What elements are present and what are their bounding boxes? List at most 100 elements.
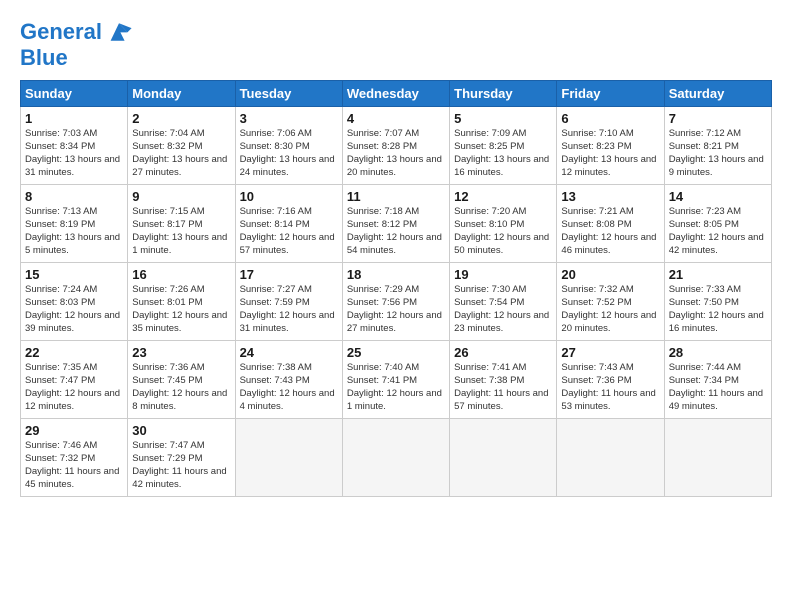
day-number: 16 — [132, 267, 230, 282]
cell-info: Sunrise: 7:18 AMSunset: 8:12 PMDaylight:… — [347, 206, 445, 257]
day-number: 1 — [25, 111, 123, 126]
day-number: 23 — [132, 345, 230, 360]
calendar-cell — [235, 419, 342, 497]
day-number: 21 — [669, 267, 767, 282]
calendar-cell — [450, 419, 557, 497]
cell-info: Sunrise: 7:44 AMSunset: 7:34 PMDaylight:… — [669, 362, 767, 413]
logo-text2: Blue — [20, 46, 133, 70]
cell-info: Sunrise: 7:06 AMSunset: 8:30 PMDaylight:… — [240, 128, 338, 179]
calendar-cell: 20 Sunrise: 7:32 AMSunset: 7:52 PMDayligh… — [557, 263, 664, 341]
cell-info: Sunrise: 7:40 AMSunset: 7:41 PMDaylight:… — [347, 362, 445, 413]
cell-info: Sunrise: 7:23 AMSunset: 8:05 PMDaylight:… — [669, 206, 767, 257]
calendar-week-row: 22Sunrise: 7:35 AMSunset: 7:47 PMDayligh… — [21, 341, 772, 419]
calendar-cell: 7Sunrise: 7:12 AMSunset: 8:21 PMDaylight… — [664, 107, 771, 185]
cell-info: Sunrise: 7:04 AMSunset: 8:32 PMDaylight:… — [132, 128, 230, 179]
cell-info: Sunrise: 7:29 AMSunset: 7:56 PMDaylight:… — [347, 284, 445, 335]
header-monday: Monday — [128, 81, 235, 107]
cell-info: Sunrise: 7:16 AMSunset: 8:14 PMDaylight:… — [240, 206, 338, 257]
cell-info: Sunrise: 7:41 AMSunset: 7:38 PMDaylight:… — [454, 362, 552, 413]
cell-info: Sunrise: 7:13 AMSunset: 8:19 PMDaylight:… — [25, 206, 123, 257]
day-number: 17 — [240, 267, 338, 282]
page: General Blue Sunday Monday Tuesday Wedne… — [0, 0, 792, 507]
cell-info: Sunrise: 7:30 AMSunset: 7:54 PMDaylight:… — [454, 284, 552, 335]
day-number: 8 — [25, 189, 123, 204]
calendar-cell: 2 Sunrise: 7:04 AMSunset: 8:32 PMDaylight… — [128, 107, 235, 185]
calendar-cell: 6Sunrise: 7:10 AMSunset: 8:23 PMDaylight… — [557, 107, 664, 185]
calendar-cell: 26 Sunrise: 7:41 AMSunset: 7:38 PMDayligh… — [450, 341, 557, 419]
day-number: 15 — [25, 267, 123, 282]
day-number: 29 — [25, 423, 123, 438]
cell-info: Sunrise: 7:26 AMSunset: 8:01 PMDaylight:… — [132, 284, 230, 335]
cell-info: Sunrise: 7:07 AMSunset: 8:28 PMDaylight:… — [347, 128, 445, 179]
day-number: 2 — [132, 111, 230, 126]
cell-info: Sunrise: 7:36 AMSunset: 7:45 PMDaylight:… — [132, 362, 230, 413]
header-wednesday: Wednesday — [342, 81, 449, 107]
day-number: 18 — [347, 267, 445, 282]
cell-info: Sunrise: 7:20 AMSunset: 8:10 PMDaylight:… — [454, 206, 552, 257]
cell-info: Sunrise: 7:15 AMSunset: 8:17 PMDaylight:… — [132, 206, 230, 257]
day-number: 11 — [347, 189, 445, 204]
cell-info: Sunrise: 7:21 AMSunset: 8:08 PMDaylight:… — [561, 206, 659, 257]
cell-info: Sunrise: 7:38 AMSunset: 7:43 PMDaylight:… — [240, 362, 338, 413]
cell-info: Sunrise: 7:03 AMSunset: 8:34 PMDaylight:… — [25, 128, 123, 179]
day-number: 30 — [132, 423, 230, 438]
calendar-cell: 27 Sunrise: 7:43 AMSunset: 7:36 PMDayligh… — [557, 341, 664, 419]
calendar-cell: 3Sunrise: 7:06 AMSunset: 8:30 PMDaylight… — [235, 107, 342, 185]
cell-info: Sunrise: 7:43 AMSunset: 7:36 PMDaylight:… — [561, 362, 659, 413]
calendar-cell: 13Sunrise: 7:21 AMSunset: 8:08 PMDayligh… — [557, 185, 664, 263]
header-saturday: Saturday — [664, 81, 771, 107]
cell-info: Sunrise: 7:46 AMSunset: 7:32 PMDaylight:… — [25, 440, 123, 491]
calendar-cell: 12 Sunrise: 7:20 AMSunset: 8:10 PMDayligh… — [450, 185, 557, 263]
header-sunday: Sunday — [21, 81, 128, 107]
calendar-cell: 14Sunrise: 7:23 AMSunset: 8:05 PMDayligh… — [664, 185, 771, 263]
calendar-cell: 11 Sunrise: 7:18 AMSunset: 8:12 PMDayligh… — [342, 185, 449, 263]
calendar-cell: 15Sunrise: 7:24 AMSunset: 8:03 PMDayligh… — [21, 263, 128, 341]
logo: General Blue — [20, 18, 133, 70]
calendar-cell: 10 Sunrise: 7:16 AMSunset: 8:14 PMDayligh… — [235, 185, 342, 263]
day-number: 12 — [454, 189, 552, 204]
cell-info: Sunrise: 7:32 AMSunset: 7:52 PMDaylight:… — [561, 284, 659, 335]
calendar-cell: 28Sunrise: 7:44 AMSunset: 7:34 PMDayligh… — [664, 341, 771, 419]
day-number: 10 — [240, 189, 338, 204]
calendar-cell: 17 Sunrise: 7:27 AMSunset: 7:59 PMDayligh… — [235, 263, 342, 341]
day-number: 22 — [25, 345, 123, 360]
day-number: 4 — [347, 111, 445, 126]
day-number: 26 — [454, 345, 552, 360]
calendar-cell — [557, 419, 664, 497]
calendar-cell: 22Sunrise: 7:35 AMSunset: 7:47 PMDayligh… — [21, 341, 128, 419]
header-tuesday: Tuesday — [235, 81, 342, 107]
cell-info: Sunrise: 7:33 AMSunset: 7:50 PMDaylight:… — [669, 284, 767, 335]
weekday-header-row: Sunday Monday Tuesday Wednesday Thursday… — [21, 81, 772, 107]
calendar-cell: 25 Sunrise: 7:40 AMSunset: 7:41 PMDayligh… — [342, 341, 449, 419]
calendar-cell: 30 Sunrise: 7:47 AMSunset: 7:29 PMDayligh… — [128, 419, 235, 497]
day-number: 27 — [561, 345, 659, 360]
day-number: 7 — [669, 111, 767, 126]
calendar-cell: 8 Sunrise: 7:13 AMSunset: 8:19 PMDaylight… — [21, 185, 128, 263]
cell-info: Sunrise: 7:47 AMSunset: 7:29 PMDaylight:… — [132, 440, 230, 491]
calendar-cell: 19 Sunrise: 7:30 AMSunset: 7:54 PMDayligh… — [450, 263, 557, 341]
day-number: 5 — [454, 111, 552, 126]
calendar-cell: 1 Sunrise: 7:03 AMSunset: 8:34 PMDaylight… — [21, 107, 128, 185]
calendar-cell — [664, 419, 771, 497]
day-number: 24 — [240, 345, 338, 360]
cell-info: Sunrise: 7:09 AMSunset: 8:25 PMDaylight:… — [454, 128, 552, 179]
day-number: 20 — [561, 267, 659, 282]
calendar-week-row: 8 Sunrise: 7:13 AMSunset: 8:19 PMDaylight… — [21, 185, 772, 263]
cell-info: Sunrise: 7:27 AMSunset: 7:59 PMDaylight:… — [240, 284, 338, 335]
header-friday: Friday — [557, 81, 664, 107]
day-number: 25 — [347, 345, 445, 360]
calendar-cell: 9 Sunrise: 7:15 AMSunset: 8:17 PMDaylight… — [128, 185, 235, 263]
calendar-cell: 24 Sunrise: 7:38 AMSunset: 7:43 PMDayligh… — [235, 341, 342, 419]
calendar-cell — [342, 419, 449, 497]
day-number: 19 — [454, 267, 552, 282]
calendar-cell: 21 Sunrise: 7:33 AMSunset: 7:50 PMDayligh… — [664, 263, 771, 341]
calendar-cell: 23 Sunrise: 7:36 AMSunset: 7:45 PMDayligh… — [128, 341, 235, 419]
calendar-cell: 16 Sunrise: 7:26 AMSunset: 8:01 PMDayligh… — [128, 263, 235, 341]
header-thursday: Thursday — [450, 81, 557, 107]
logo-text: General — [20, 20, 102, 44]
calendar-table: Sunday Monday Tuesday Wednesday Thursday… — [20, 80, 772, 497]
day-number: 9 — [132, 189, 230, 204]
calendar-cell: 18 Sunrise: 7:29 AMSunset: 7:56 PMDayligh… — [342, 263, 449, 341]
calendar-week-row: 29 Sunrise: 7:46 AMSunset: 7:32 PMDayligh… — [21, 419, 772, 497]
calendar-cell: 5 Sunrise: 7:09 AMSunset: 8:25 PMDaylight… — [450, 107, 557, 185]
